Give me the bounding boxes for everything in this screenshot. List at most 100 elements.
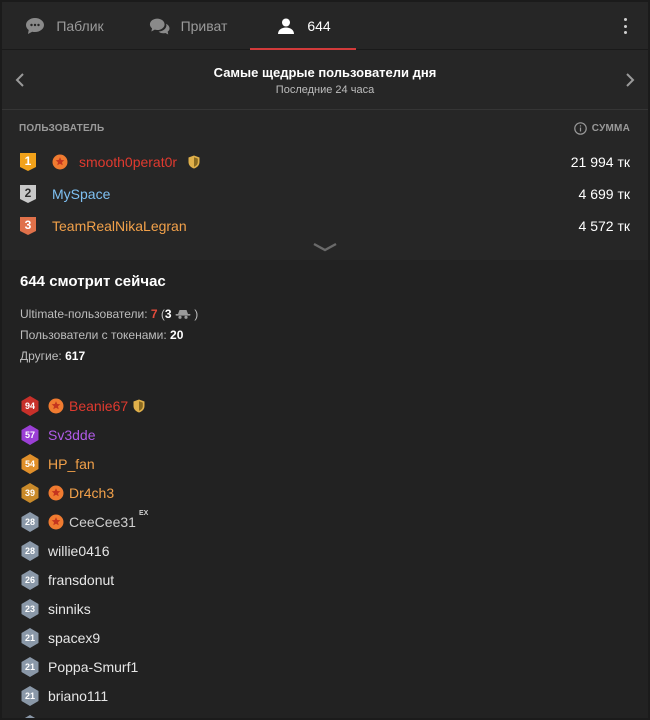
level-number: 21 — [24, 690, 35, 701]
top-donors-card: Самые щедрые пользователи дня Последние … — [2, 50, 648, 260]
tab-users[interactable]: 644 — [250, 2, 356, 50]
shield-icon — [133, 399, 145, 412]
viewer-row[interactable]: 28 CeeCee31 EX — [20, 507, 628, 536]
level-number: 20 — [20, 714, 40, 719]
level-badge: 20 — [20, 714, 40, 719]
tab-private[interactable]: Приват — [126, 2, 250, 50]
donors-column-header: ПОЛЬЗОВАТЕЛЬ СУММА — [2, 110, 648, 146]
level-badge: 57 — [20, 424, 40, 446]
level-badge: 21 — [20, 685, 40, 707]
viewer-row[interactable]: 94 Beanie67 — [20, 391, 628, 420]
svg-text:1: 1 — [25, 154, 32, 168]
level-number: 57 — [24, 429, 35, 440]
level-number: 39 — [24, 487, 35, 498]
watching-section: 644 смотрит сейчас Ultimate-пользователи… — [2, 260, 648, 718]
hidden-close-paren: ) — [194, 307, 199, 321]
donor-row[interactable]: 1 smooth0perat0r 21 994 тк — [2, 146, 648, 178]
token-users-count: 20 — [170, 328, 184, 342]
donor-row[interactable]: 3 TeamRealNikaLegran 4 572 тк — [2, 210, 648, 242]
watching-title: 644 смотрит сейчас — [20, 273, 166, 290]
viewer-row[interactable]: 20 m2wide — [20, 710, 628, 718]
other-users-label: Другие: — [20, 349, 62, 363]
svg-text:2: 2 — [25, 186, 32, 200]
level-badge: 21 — [20, 627, 40, 649]
token-users-label: Пользователи с токенами: — [20, 328, 167, 342]
chat-tabs: Паблик Приват 644 — [2, 2, 648, 50]
speech-bubble-icon — [24, 15, 46, 37]
top-donors-subtitle: Последние 24 часа — [275, 84, 375, 96]
viewer-name[interactable]: willie0416 — [48, 543, 109, 559]
viewer-list: 94 Beanie67 57 Sv3dde 54 HP_fan 39 Dr4ch3 28 CeeC… — [20, 391, 628, 718]
donor-name-text[interactable]: TeamRealNikaLegran — [52, 218, 187, 234]
ultimate-star-icon — [48, 398, 64, 413]
level-badge: 23 — [20, 598, 40, 620]
ultimate-users-label: Ultimate-пользователи: — [20, 307, 148, 321]
user-icon — [275, 15, 297, 37]
token-users-stat: Пользователи с токенами: 20 — [20, 325, 628, 346]
viewer-name[interactable]: m2wide — [48, 717, 96, 719]
viewer-name[interactable]: briano111 — [48, 688, 108, 704]
info-icon[interactable] — [573, 121, 587, 135]
ultimate-users-count: 7 — [150, 307, 158, 321]
ultimate-users-stat: Ultimate-пользователи: 7 (3 ) — [20, 304, 628, 325]
donor-name: smooth0perat0r — [52, 154, 571, 170]
rank-badge-icon: 2 — [20, 185, 36, 203]
donor-name-text[interactable]: MySpace — [52, 186, 110, 202]
viewer-name[interactable]: Dr4ch3 — [69, 485, 114, 501]
level-badge: 28 — [20, 511, 40, 533]
viewer-row[interactable]: 21 briano111 — [20, 681, 628, 710]
hidden-users-count: 3 — [164, 307, 172, 321]
other-users-count: 617 — [65, 349, 86, 363]
viewer-name[interactable]: Sv3dde — [48, 427, 95, 443]
viewer-name[interactable]: sinniks — [48, 601, 91, 617]
prev-arrow-icon[interactable] — [10, 68, 30, 92]
donor-amount: 4 572 тк — [578, 218, 630, 234]
donor-row[interactable]: 2 MySpace 4 699 тк — [2, 178, 648, 210]
viewer-name[interactable]: HP_fan — [48, 456, 95, 472]
incognito-icon — [175, 310, 191, 319]
donor-name: TeamRealNikaLegran — [52, 218, 579, 234]
users-panel: Паблик Приват 644 Самые щедрые пользоват… — [2, 2, 648, 718]
level-number: 54 — [24, 458, 35, 469]
viewer-name[interactable]: Beanie67 — [69, 398, 128, 414]
donors-list: 1 smooth0perat0r 21 994 тк 2 MySpace 4 699 тк… — [2, 146, 648, 242]
level-number: 21 — [24, 661, 35, 672]
svg-text:3: 3 — [25, 218, 32, 232]
column-sum: СУММА — [573, 121, 630, 135]
level-number: 28 — [24, 545, 35, 556]
donor-name-text[interactable]: smooth0perat0r — [79, 154, 177, 170]
donor-amount: 4 699 тк — [578, 186, 630, 202]
viewer-row[interactable]: 21 Poppa-Smurf1 — [20, 652, 628, 681]
viewer-name[interactable]: Poppa-Smurf1 — [48, 659, 138, 675]
viewer-row[interactable]: 57 Sv3dde — [20, 420, 628, 449]
column-sum-label: СУММА — [591, 122, 630, 134]
viewer-row[interactable]: 39 Dr4ch3 — [20, 478, 628, 507]
next-arrow-icon[interactable] — [620, 68, 640, 92]
viewer-name[interactable]: spacex9 — [48, 630, 100, 646]
level-number: 28 — [24, 516, 35, 527]
tab-public-label: Паблик — [56, 17, 104, 34]
rank-badge-icon: 3 — [20, 217, 36, 235]
tab-private-label: Приват — [180, 17, 228, 34]
viewer-name[interactable]: fransdonut — [48, 572, 114, 588]
level-number: 21 — [24, 632, 35, 643]
tab-public[interactable]: Паблик — [2, 2, 126, 50]
level-badge: 54 — [20, 453, 40, 475]
viewer-row[interactable]: 28 willie0416 — [20, 536, 628, 565]
viewer-row[interactable]: 23 sinniks — [20, 594, 628, 623]
viewer-name[interactable]: CeeCee31 — [69, 514, 136, 530]
viewer-tag: EX — [138, 510, 149, 517]
viewer-row[interactable]: 26 fransdonut — [20, 565, 628, 594]
more-menu-icon[interactable] — [616, 16, 634, 36]
level-badge: 94 — [20, 395, 40, 417]
viewer-row[interactable]: 54 HP_fan — [20, 449, 628, 478]
viewer-row[interactable]: 21 spacex9 — [20, 623, 628, 652]
column-user-label: ПОЛЬЗОВАТЕЛЬ — [19, 122, 105, 134]
top-donors-title: Самые щедрые пользователи дня — [213, 65, 437, 80]
donor-amount: 21 994 тк — [570, 154, 630, 170]
expand-chevron-icon[interactable] — [2, 242, 648, 260]
tab-users-label: 644 — [307, 17, 331, 34]
donor-name: MySpace — [52, 186, 579, 202]
level-badge: 26 — [20, 569, 40, 591]
level-badge: 39 — [20, 482, 40, 504]
